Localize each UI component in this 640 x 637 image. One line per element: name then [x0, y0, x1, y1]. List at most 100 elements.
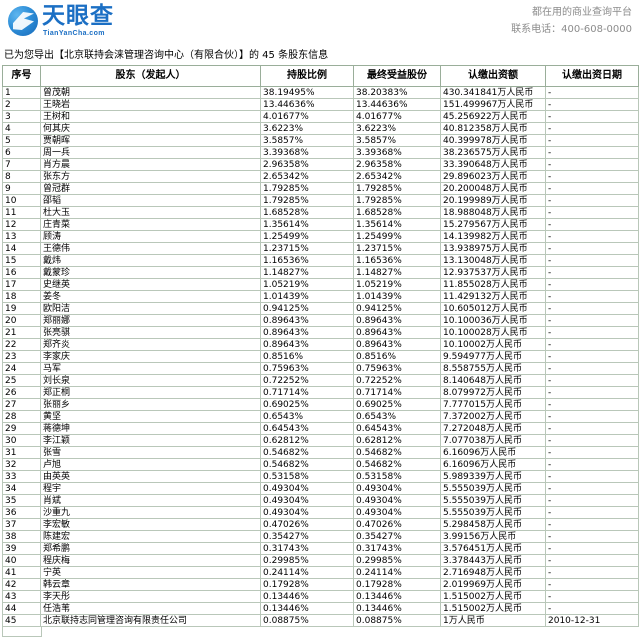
cell-index: 25 — [2, 374, 41, 387]
table-row: 39 郑希鹏 0.31743% 0.31743% 3.576451万人民币 - — [2, 542, 639, 555]
cell-sub-date: - — [545, 170, 639, 183]
cell-shareholder: 王晓岩 — [40, 98, 261, 111]
cell-sub-date: - — [545, 350, 639, 363]
header-contact-block: 都在用的商业查询平台 联系电话：400-608-0000 — [511, 4, 632, 38]
cell-index: 18 — [2, 290, 41, 303]
cell-sub-date: - — [545, 434, 639, 447]
cell-sub-date: - — [545, 374, 639, 387]
cell-stake-ratio: 1.23715% — [260, 242, 354, 255]
cell-subscribed: 5.989339万人民币 — [440, 470, 546, 483]
cell-index: 34 — [2, 482, 41, 495]
cell-beneficial: 0.89643% — [353, 338, 441, 351]
table-body: 1 曾茂朝 38.19495% 38.20383% 430.341841万人民币 -2 王晓… — [2, 86, 639, 627]
cell-stake-ratio: 0.62812% — [260, 434, 354, 447]
cell-shareholder: 李天彤 — [40, 590, 261, 603]
cell-stake-ratio: 0.29985% — [260, 554, 354, 567]
cell-shareholder: 由英英 — [40, 470, 261, 483]
cell-stake-ratio: 0.13446% — [260, 602, 354, 615]
cell-beneficial: 2.65342% — [353, 170, 441, 183]
table-row: 6 周一兵 3.39368% 3.39368% 38.236575万人民币 - — [2, 146, 639, 159]
cell-beneficial: 0.31743% — [353, 542, 441, 555]
cell-subscribed: 10.100028万人民币 — [440, 326, 546, 339]
table-row: 25 刘长泉 0.72252% 0.72252% 8.140648万人民币 - — [2, 374, 639, 387]
cell-stake-ratio: 0.69025% — [260, 398, 354, 411]
cell-shareholder: 张亮骐 — [40, 326, 261, 339]
cell-index: 45 — [2, 614, 41, 627]
tianyancha-eye-icon — [8, 6, 38, 36]
cell-stake-ratio: 0.64543% — [260, 422, 354, 435]
cell-shareholder: 马军 — [40, 362, 261, 375]
table-row: 15 戴炜 1.16536% 1.16536% 13.130048万人民币 - — [2, 254, 639, 267]
cell-sub-date: - — [545, 482, 639, 495]
cell-index: 13 — [2, 230, 41, 243]
cell-beneficial: 1.14827% — [353, 266, 441, 279]
cell-index: 9 — [2, 182, 41, 195]
cell-shareholder: 李宏敏 — [40, 518, 261, 531]
cell-beneficial: 1.01439% — [353, 290, 441, 303]
cell-shareholder: 陈建宏 — [40, 530, 261, 543]
cell-stake-ratio: 1.05219% — [260, 278, 354, 291]
cell-beneficial: 0.89643% — [353, 326, 441, 339]
cell-subscribed: 13.130048万人民币 — [440, 254, 546, 267]
cell-shareholder: 程庆梅 — [40, 554, 261, 567]
cell-stake-ratio: 0.13446% — [260, 590, 354, 603]
cell-sub-date: - — [545, 98, 639, 111]
cell-shareholder: 杜大玉 — [40, 206, 261, 219]
cell-shareholder: 卢旭 — [40, 458, 261, 471]
cell-beneficial: 0.24114% — [353, 566, 441, 579]
cell-subscribed: 8.079972万人民币 — [440, 386, 546, 399]
cell-stake-ratio: 38.19495% — [260, 86, 354, 99]
cell-stake-ratio: 0.6543% — [260, 410, 354, 423]
cell-sub-date: - — [545, 146, 639, 159]
cell-index: 33 — [2, 470, 41, 483]
cell-index: 35 — [2, 494, 41, 507]
cell-beneficial: 1.68528% — [353, 206, 441, 219]
cell-beneficial: 0.08875% — [353, 614, 441, 627]
cell-sub-date: - — [545, 278, 639, 291]
cell-beneficial: 3.39368% — [353, 146, 441, 159]
cell-shareholder: 曾茂朝 — [40, 86, 261, 99]
cell-stake-ratio: 0.24114% — [260, 566, 354, 579]
cell-stake-ratio: 1.14827% — [260, 266, 354, 279]
cell-sub-date: - — [545, 470, 639, 483]
cell-sub-date: - — [545, 422, 639, 435]
cell-stake-ratio: 1.16536% — [260, 254, 354, 267]
table-row: 44 任浩苇 0.13446% 0.13446% 1.515002万人民币 - — [2, 602, 639, 615]
cell-shareholder: 宁英 — [40, 566, 261, 579]
cell-sub-date: - — [545, 194, 639, 207]
cell-subscribed: 10.100036万人民币 — [440, 314, 546, 327]
cell-subscribed: 10.605012万人民币 — [440, 302, 546, 315]
table-row: 33 由英英 0.53158% 0.53158% 5.989339万人民币 - — [2, 470, 639, 483]
table-row: 31 张雪 0.54682% 0.54682% 6.16096万人民币 - — [2, 446, 639, 459]
cell-shareholder: 刘长泉 — [40, 374, 261, 387]
cell-shareholder: 欧阳洁 — [40, 302, 261, 315]
cell-stake-ratio: 0.17928% — [260, 578, 354, 591]
table-row: 14 王德伟 1.23715% 1.23715% 13.938975万人民币 - — [2, 242, 639, 255]
cell-subscribed: 14.139982万人民币 — [440, 230, 546, 243]
cell-stake-ratio: 2.96358% — [260, 158, 354, 171]
cell-stake-ratio: 4.01677% — [260, 110, 354, 123]
cell-shareholder: 李江颖 — [40, 434, 261, 447]
cell-shareholder: 张丽乡 — [40, 398, 261, 411]
column-header-index: 序号 — [2, 65, 41, 87]
cell-index: 27 — [2, 398, 41, 411]
cell-beneficial: 1.35614% — [353, 218, 441, 231]
table-row: 19 欧阳洁 0.94125% 0.94125% 10.605012万人民币 - — [2, 302, 639, 315]
table-row: 8 张东方 2.65342% 2.65342% 29.896023万人民币 - — [2, 170, 639, 183]
cell-sub-date: - — [545, 86, 639, 99]
cell-beneficial: 4.01677% — [353, 110, 441, 123]
cell-index: 10 — [2, 194, 41, 207]
cell-sub-date: - — [545, 602, 639, 615]
cell-beneficial: 2.96358% — [353, 158, 441, 171]
header-tagline: 都在用的商业查询平台 — [532, 7, 632, 18]
header-contact-phone: 联系电话：400-608-0000 — [511, 24, 632, 35]
cell-sub-date: - — [545, 110, 639, 123]
table-row: 24 马军 0.75963% 0.75963% 8.558755万人民币 - — [2, 362, 639, 375]
cell-subscribed: 11.429132万人民币 — [440, 290, 546, 303]
cell-beneficial: 0.6543% — [353, 410, 441, 423]
cell-sub-date: - — [545, 254, 639, 267]
site-logo[interactable]: 天眼查 TianYanCha.com — [8, 5, 114, 37]
cell-index: 3 — [2, 110, 41, 123]
cell-beneficial: 0.54682% — [353, 446, 441, 459]
table-row: 1 曾茂朝 38.19495% 38.20383% 430.341841万人民币 - — [2, 86, 639, 99]
